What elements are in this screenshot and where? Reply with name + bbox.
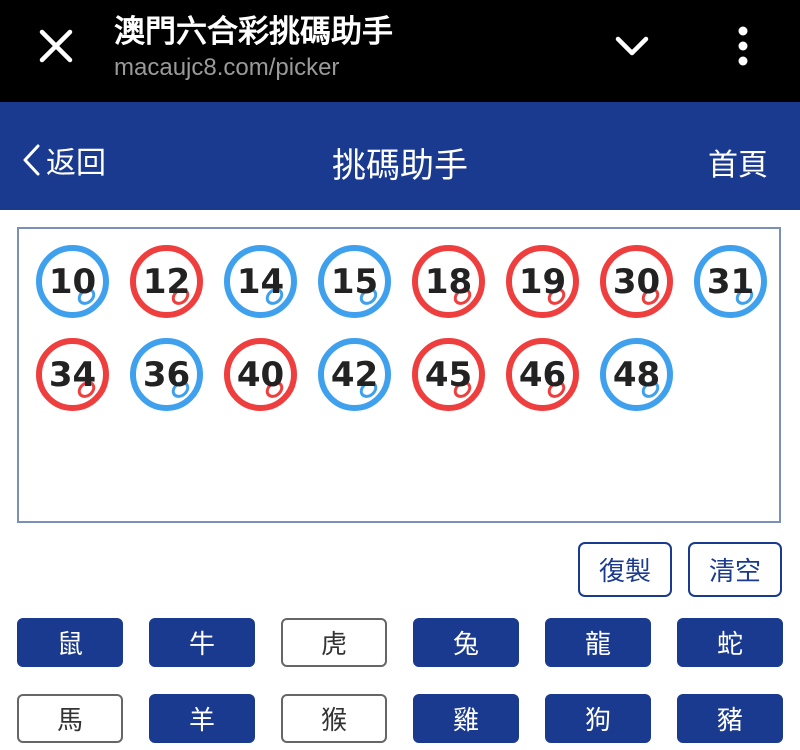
number-ball[interactable]: 10 xyxy=(36,245,109,318)
number-ball[interactable]: 46 xyxy=(506,338,579,411)
zodiac-button[interactable]: 龍 xyxy=(545,618,651,667)
ball-number: 15 xyxy=(330,261,379,302)
home-link[interactable]: 首頁 xyxy=(708,140,768,184)
number-ball[interactable]: 40 xyxy=(224,338,297,411)
ball-number: 14 xyxy=(236,261,285,302)
zodiac-button[interactable]: 羊 xyxy=(149,694,255,743)
zodiac-button[interactable]: 蛇 xyxy=(677,618,783,667)
picked-numbers-panel: 10 12 14 15 18 19 30 31 34 36 40 42 45 46 48 xyxy=(17,227,781,523)
page-title: 挑碼助手 xyxy=(332,146,468,186)
zodiac-button[interactable]: 牛 xyxy=(149,618,255,667)
ball-number: 36 xyxy=(142,354,191,395)
ball-number: 19 xyxy=(518,261,567,302)
number-ball[interactable]: 15 xyxy=(318,245,391,318)
zodiac-button[interactable]: 豬 xyxy=(677,694,783,743)
browser-top-bar: 澳門六合彩挑碼助手 macaujc8.com/picker xyxy=(0,0,800,102)
zodiac-button[interactable]: 猴 xyxy=(281,694,387,743)
number-ball[interactable]: 48 xyxy=(600,338,673,411)
number-ball[interactable]: 31 xyxy=(694,245,767,318)
copy-button[interactable]: 復製 xyxy=(578,542,672,597)
ball-number: 48 xyxy=(612,354,661,395)
chevron-down-icon[interactable] xyxy=(612,30,652,64)
number-ball[interactable]: 30 xyxy=(600,245,673,318)
zodiac-button[interactable]: 馬 xyxy=(17,694,123,743)
number-ball[interactable]: 45 xyxy=(412,338,485,411)
number-ball[interactable]: 12 xyxy=(130,245,203,318)
ball-number: 42 xyxy=(330,354,379,395)
ball-number: 30 xyxy=(612,261,661,302)
browser-page-title: 澳門六合彩挑碼助手 xyxy=(114,14,393,50)
zodiac-button[interactable]: 雞 xyxy=(413,694,519,743)
number-ball[interactable]: 42 xyxy=(318,338,391,411)
zodiac-grid: 鼠牛虎兔龍蛇馬羊猴雞狗豬 xyxy=(17,618,783,743)
number-ball[interactable]: 36 xyxy=(130,338,203,411)
ball-number: 10 xyxy=(48,261,97,302)
ball-number: 18 xyxy=(424,261,473,302)
close-icon[interactable] xyxy=(36,26,76,66)
zodiac-button[interactable]: 虎 xyxy=(281,618,387,667)
clear-button[interactable]: 清空 xyxy=(688,542,782,597)
number-ball[interactable]: 18 xyxy=(412,245,485,318)
number-ball-list: 10 12 14 15 18 19 30 31 34 36 40 42 45 46 48 xyxy=(36,245,776,411)
browser-url: macaujc8.com/picker xyxy=(114,54,340,81)
ball-number: 31 xyxy=(706,261,755,302)
number-ball[interactable]: 34 xyxy=(36,338,109,411)
app-header: 返回 挑碼助手 首頁 xyxy=(0,102,800,210)
ball-number: 45 xyxy=(424,354,473,395)
number-ball[interactable]: 14 xyxy=(224,245,297,318)
zodiac-button[interactable]: 狗 xyxy=(545,694,651,743)
ball-number: 12 xyxy=(142,261,191,302)
zodiac-button[interactable]: 鼠 xyxy=(17,618,123,667)
number-ball[interactable]: 19 xyxy=(506,245,579,318)
ball-number: 34 xyxy=(48,354,97,395)
zodiac-button[interactable]: 兔 xyxy=(413,618,519,667)
ball-number: 40 xyxy=(236,354,285,395)
more-vert-icon[interactable] xyxy=(728,24,758,70)
ball-number: 46 xyxy=(518,354,567,395)
